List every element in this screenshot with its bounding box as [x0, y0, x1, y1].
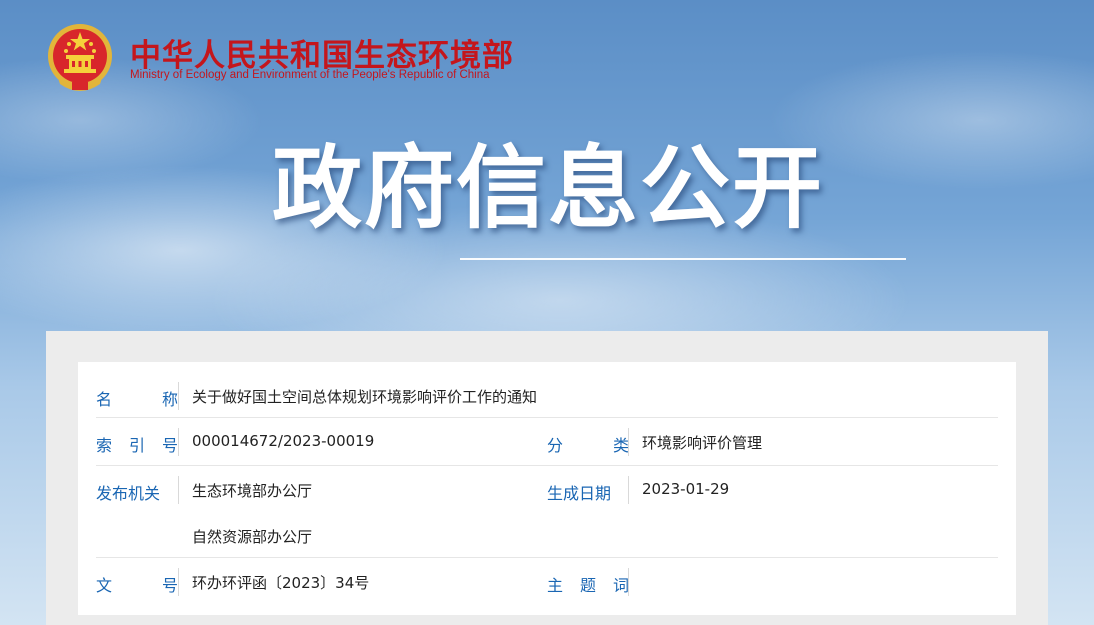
value-name: 关于做好国土空间总体规划环境影响评价工作的通知 [192, 388, 538, 406]
label-subject: 主 题 词 [547, 576, 629, 595]
value-issuer-2: 自然资源部办公厅 [192, 528, 313, 546]
value-doc-no: 环办环评函〔2023〕34号 [192, 574, 370, 592]
label-date: 生成日期 [547, 484, 612, 503]
divider [178, 428, 179, 456]
info-row-issuer: 发布机关 生态环境部办公厅 自然资源部办公厅 生成日期 2023-01-29 [96, 468, 998, 558]
document-info-table: 名 称 关于做好国土空间总体规划环境影响评价工作的通知 索 引 号 000014… [78, 362, 1016, 615]
divider [178, 568, 179, 596]
value-date: 2023-01-29 [642, 480, 730, 498]
label-index: 索 引 号 [96, 436, 178, 455]
label-name: 名 称 [96, 390, 178, 409]
divider [628, 568, 629, 596]
info-row-index: 索 引 号 000014672/2023-00019 分 类 环境影响评价管理 [96, 420, 998, 466]
divider [628, 476, 629, 504]
ministry-name-en: Ministry of Ecology and Environment of t… [130, 69, 490, 81]
label-category: 分 类 [547, 436, 629, 455]
site-header: 中华人民共和国生态环境部 Ministry of Ecology and Env… [46, 22, 566, 98]
value-index: 000014672/2023-00019 [192, 432, 375, 450]
label-doc-no: 文 号 [96, 576, 178, 595]
value-category: 环境影响评价管理 [642, 434, 763, 452]
banner-title: 政府信息公开 [272, 136, 824, 241]
divider [628, 428, 629, 456]
divider [178, 382, 179, 410]
info-row-name: 名 称 关于做好国土空间总体规划环境影响评价工作的通知 [96, 374, 998, 418]
label-issuer: 发布机关 [96, 484, 161, 503]
info-row-docno: 文 号 环办环评函〔2023〕34号 主 题 词 [96, 560, 998, 608]
national-emblem-icon [48, 24, 112, 91]
divider [178, 476, 179, 504]
value-issuer-1: 生态环境部办公厅 [192, 482, 313, 500]
banner-divider [460, 258, 906, 260]
